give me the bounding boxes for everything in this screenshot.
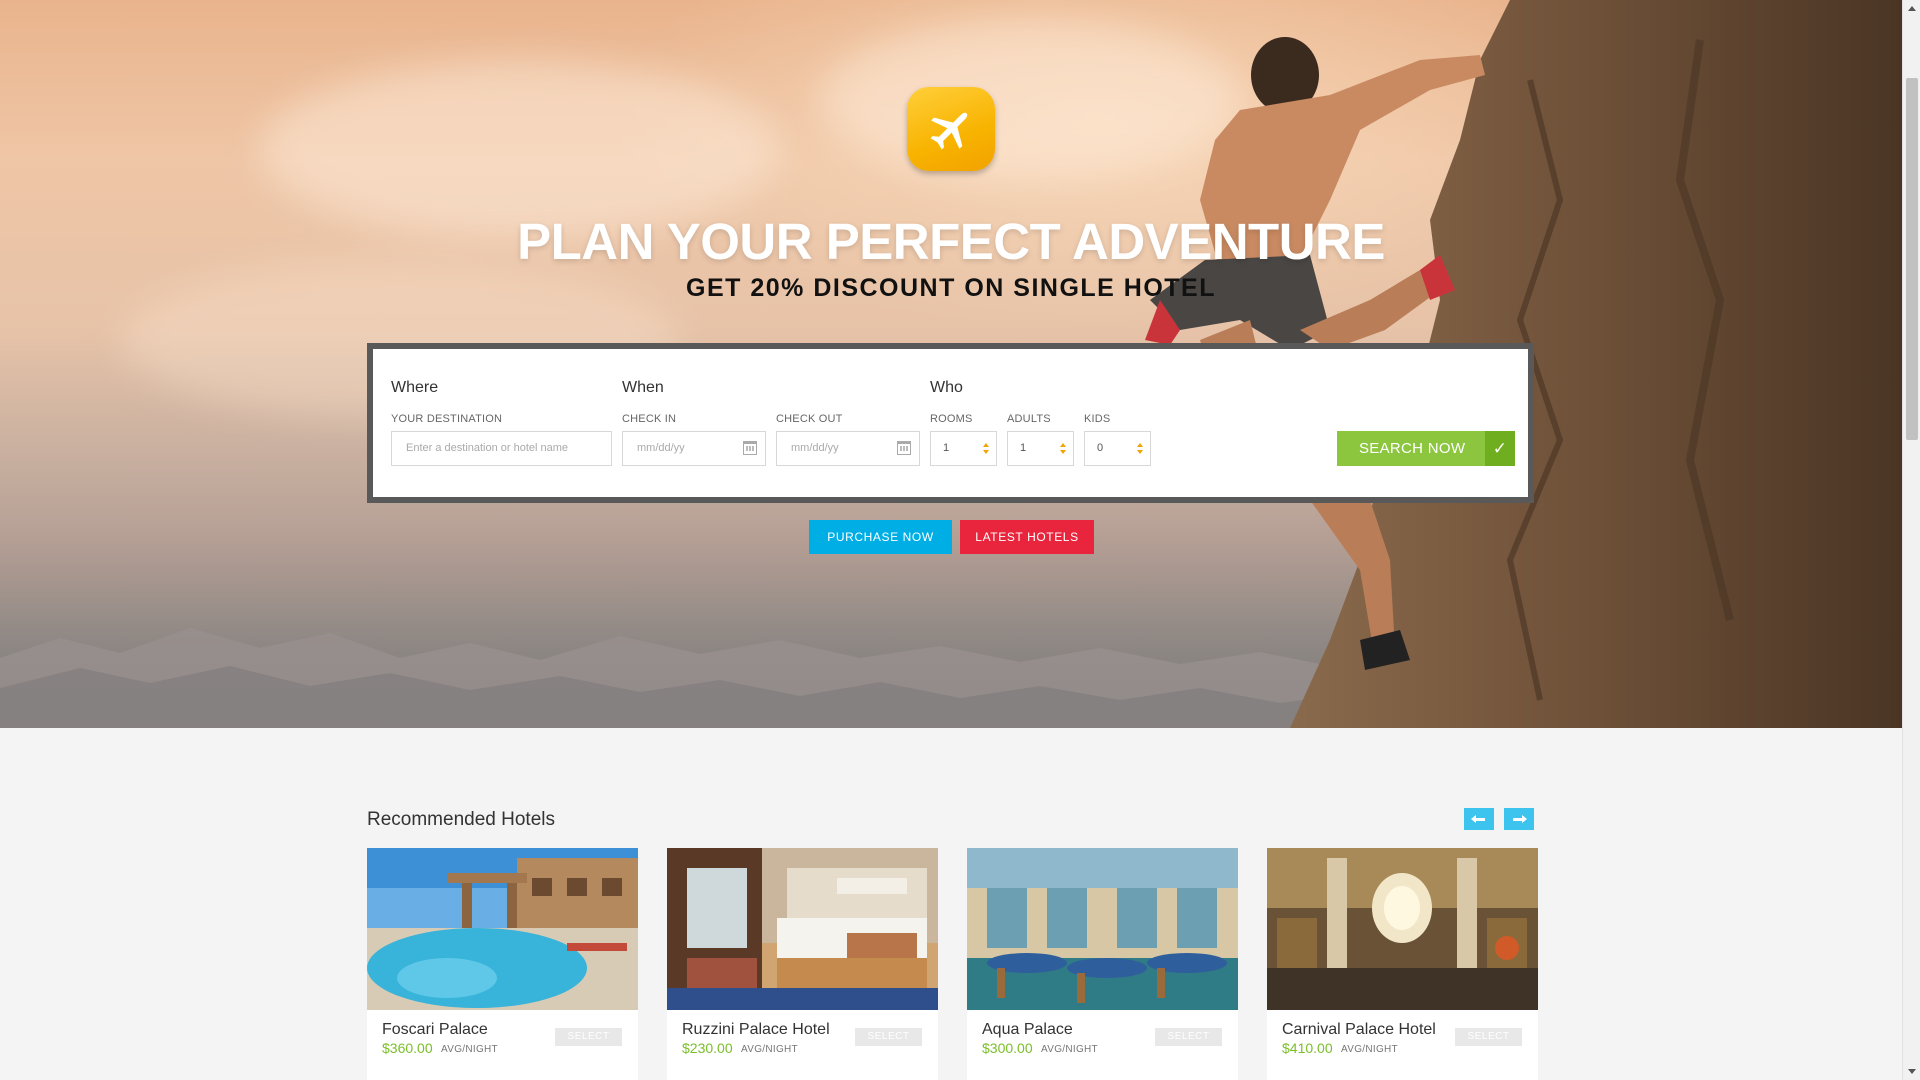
- hotel-image[interactable]: [667, 848, 938, 1010]
- hotel-image[interactable]: [1267, 848, 1538, 1010]
- bedroom-photo: [667, 848, 938, 1010]
- airplane-logo[interactable]: [907, 87, 995, 171]
- hotel-card[interactable]: Carnival Palace Hotel $410.00 AVG/NIGHT …: [1267, 848, 1538, 1080]
- adults-value: 1: [1020, 442, 1027, 454]
- price-unit: AVG/NIGHT: [441, 1044, 498, 1055]
- airplane-icon: [930, 112, 968, 150]
- carousel-prev-button[interactable]: [1464, 808, 1494, 830]
- hotel-image[interactable]: [967, 848, 1238, 1010]
- scroll-down-icon[interactable]: [1908, 1069, 1916, 1074]
- select-button[interactable]: SELECT: [555, 1028, 622, 1046]
- who-heading: Who: [930, 379, 963, 396]
- select-arrows-icon: [1137, 443, 1143, 455]
- kids-value: 0: [1097, 442, 1104, 454]
- hero-section: PLAN YOUR PERFECT ADVENTURE GET 20% DISC…: [0, 0, 1902, 728]
- pool-photo: [367, 848, 638, 1010]
- adults-select[interactable]: 1: [1007, 431, 1074, 466]
- select-button[interactable]: SELECT: [1455, 1028, 1522, 1046]
- kids-label: KIDS: [1084, 413, 1111, 425]
- latest-hotels-button[interactable]: LATEST HOTELS: [960, 520, 1094, 554]
- hotel-price: $360.00: [382, 1040, 433, 1056]
- select-arrows-icon: [983, 443, 989, 455]
- checkout-placeholder: mm/dd/yy: [791, 442, 839, 454]
- hero-subtitle: GET 20% DISCOUNT ON SINGLE HOTEL: [686, 274, 1216, 302]
- checkin-input[interactable]: mm/dd/yy: [622, 431, 766, 466]
- price-unit: AVG/NIGHT: [1341, 1044, 1398, 1055]
- checkout-label: CHECK OUT: [776, 413, 843, 425]
- select-arrows-icon: [1060, 443, 1066, 455]
- rooms-label: ROOMS: [930, 413, 973, 425]
- search-now-label: SEARCH NOW: [1359, 440, 1466, 457]
- hotel-price: $300.00: [982, 1040, 1033, 1056]
- check-icon: ✓: [1485, 431, 1515, 466]
- price-unit: AVG/NIGHT: [1041, 1044, 1098, 1055]
- recommended-title: Recommended Hotels: [367, 809, 555, 830]
- hotel-card[interactable]: Aqua Palace $300.00 AVG/NIGHT SELECT: [967, 848, 1238, 1080]
- adults-label: ADULTS: [1007, 413, 1051, 425]
- when-heading: When: [622, 379, 664, 396]
- hotel-image[interactable]: [367, 848, 638, 1010]
- hotel-card[interactable]: Ruzzini Palace Hotel $230.00 AVG/NIGHT S…: [667, 848, 938, 1080]
- lobby-photo: [1267, 848, 1538, 1010]
- restaurant-photo: [967, 848, 1238, 1010]
- checkin-label: CHECK IN: [622, 413, 677, 425]
- scroll-up-icon[interactable]: [1908, 6, 1916, 11]
- where-heading: Where: [391, 379, 439, 396]
- hotel-price: $230.00: [682, 1040, 733, 1056]
- hotel-name[interactable]: Aqua Palace: [982, 1021, 1073, 1039]
- calendar-icon[interactable]: [897, 441, 911, 455]
- purchase-now-button[interactable]: PURCHASE NOW: [809, 520, 952, 554]
- price-unit: AVG/NIGHT: [741, 1044, 798, 1055]
- hotel-name[interactable]: Foscari Palace: [382, 1021, 488, 1039]
- hotel-price: $410.00: [1282, 1040, 1333, 1056]
- calendar-icon[interactable]: [743, 441, 757, 455]
- hotel-name[interactable]: Ruzzini Palace Hotel: [682, 1021, 830, 1039]
- search-form: Where When Who YOUR DESTINATION CHECK IN…: [367, 343, 1534, 503]
- kids-select[interactable]: 0: [1084, 431, 1151, 466]
- destination-input[interactable]: Enter a destination or hotel name: [391, 431, 612, 466]
- rooms-select[interactable]: 1: [930, 431, 997, 466]
- checkout-input[interactable]: mm/dd/yy: [776, 431, 920, 466]
- destination-label: YOUR DESTINATION: [391, 413, 503, 425]
- carousel-next-button[interactable]: [1504, 808, 1534, 830]
- checkin-placeholder: mm/dd/yy: [637, 442, 685, 454]
- scroll-thumb[interactable]: [1906, 78, 1918, 440]
- rooms-value: 1: [943, 442, 950, 454]
- hotel-card[interactable]: Foscari Palace $360.00 AVG/NIGHT SELECT: [367, 848, 638, 1080]
- hero-title: PLAN YOUR PERFECT ADVENTURE: [517, 213, 1385, 270]
- select-button[interactable]: SELECT: [1155, 1028, 1222, 1046]
- search-now-button[interactable]: SEARCH NOW ✓: [1337, 431, 1515, 466]
- page-scrollbar[interactable]: [1902, 0, 1920, 1080]
- select-button[interactable]: SELECT: [855, 1028, 922, 1046]
- hotel-name[interactable]: Carnival Palace Hotel: [1282, 1021, 1436, 1039]
